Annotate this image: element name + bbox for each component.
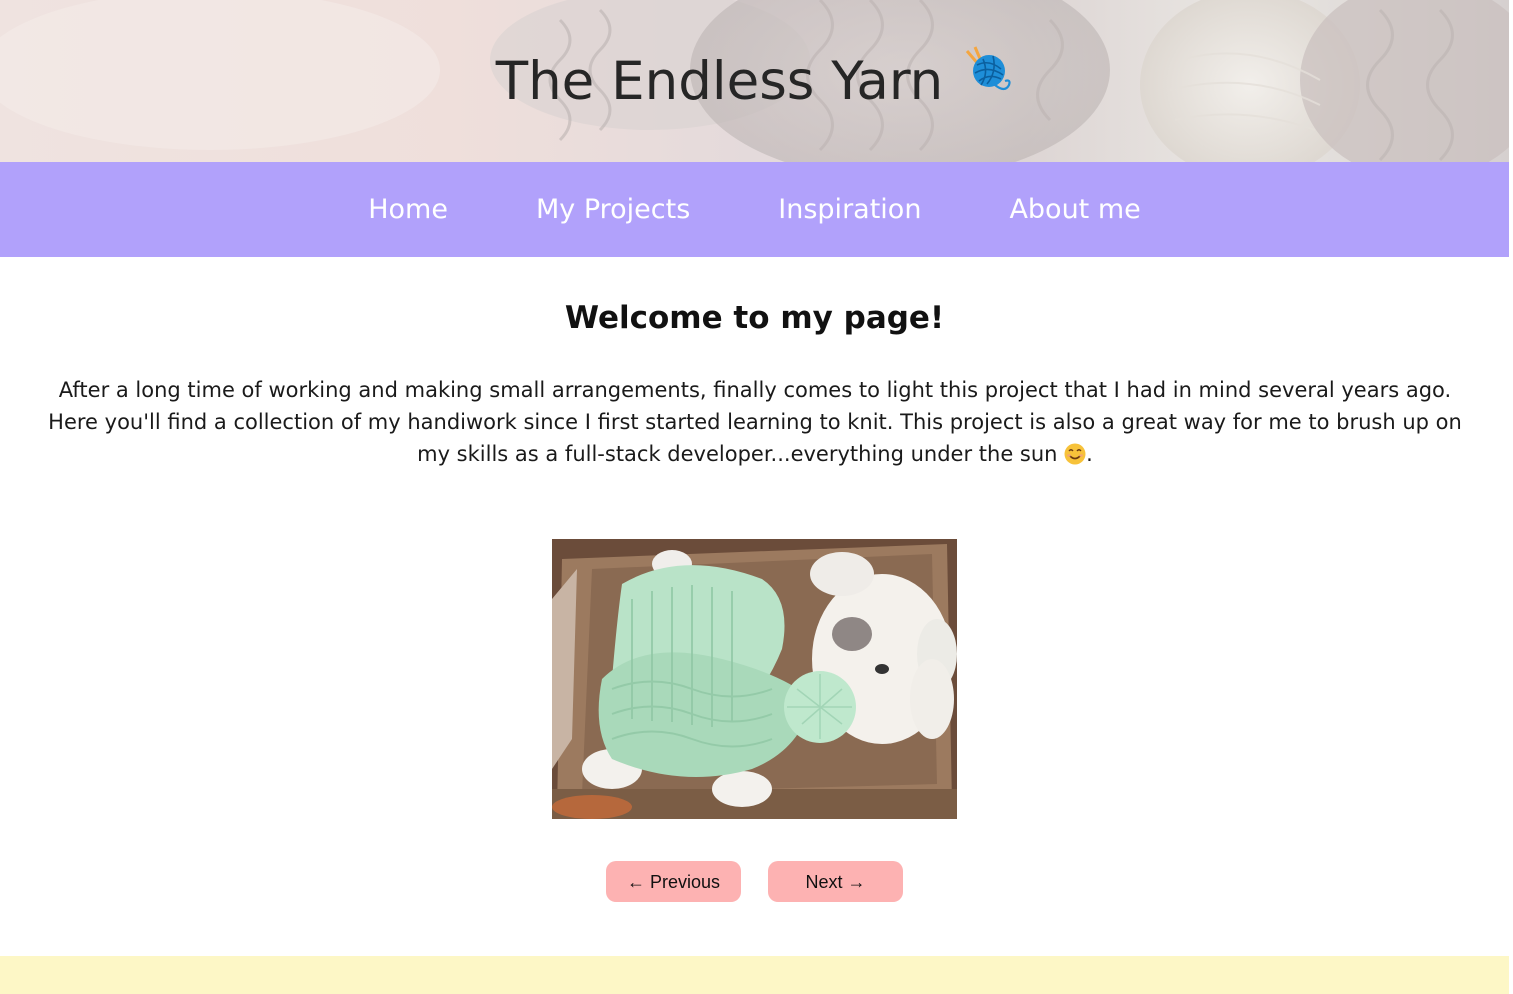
intro-paragraph: After a long time of working and making … (40, 374, 1470, 470)
yarn-ball-icon (965, 45, 1013, 114)
site-footer (0, 956, 1509, 994)
page: The Endless Yarn Home My Projects Inspir… (0, 0, 1513, 994)
site-title: The Endless Yarn (0, 45, 1509, 116)
previous-button[interactable]: ← Previous (606, 861, 741, 902)
main-nav: Home My Projects Inspiration About me (0, 162, 1509, 257)
intro-text: After a long time of working and making … (48, 378, 1462, 466)
smiling-face-icon (1064, 442, 1086, 465)
nav-item-my-projects[interactable]: My Projects (536, 194, 690, 225)
nav-item-inspiration[interactable]: Inspiration (778, 194, 921, 225)
site-header: The Endless Yarn (0, 0, 1509, 162)
nav-item-about-me[interactable]: About me (1009, 194, 1140, 225)
site-title-text: The Endless Yarn (495, 51, 944, 112)
nav-item-home[interactable]: Home (368, 194, 448, 225)
page-heading: Welcome to my page! (564, 300, 945, 336)
next-button[interactable]: Next → (768, 861, 903, 902)
intro-end: . (1086, 442, 1093, 466)
knitted-baby-outfit-photo[interactable] (552, 539, 957, 819)
